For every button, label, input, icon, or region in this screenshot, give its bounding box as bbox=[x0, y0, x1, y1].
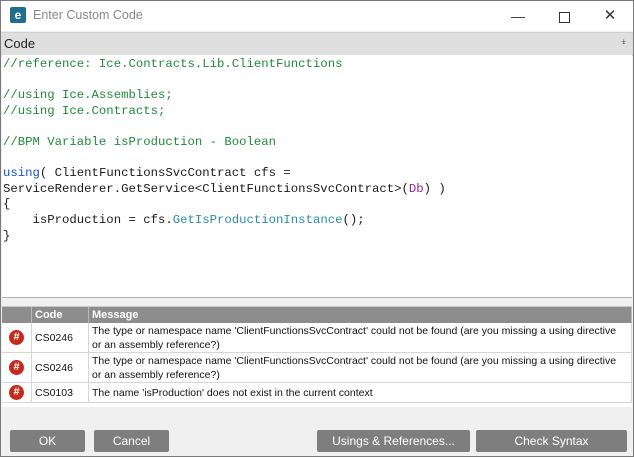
error-table: Code Message # CS0246 The type or namesp… bbox=[2, 307, 632, 403]
column-header-icon[interactable] bbox=[2, 307, 32, 323]
error-message: The name 'isProduction' does not exist i… bbox=[88, 382, 632, 403]
code-panel-header: Code ⍖ bbox=[1, 32, 633, 56]
pin-icon[interactable]: ⍖ bbox=[620, 36, 627, 49]
code-line: } bbox=[3, 228, 11, 243]
error-row[interactable]: # CS0246 The type or namespace name 'Cli… bbox=[2, 352, 632, 383]
code-line: ) ) bbox=[423, 181, 446, 196]
code-comment: //BPM Variable isProduction - Boolean bbox=[3, 134, 277, 149]
code-editor[interactable]: //reference: Ice.Contracts.Lib.ClientFun… bbox=[2, 55, 632, 298]
code-line: isProduction = cfs. bbox=[3, 212, 173, 227]
code-comment: //using Ice.Contracts; bbox=[3, 103, 166, 118]
ok-button[interactable]: OK bbox=[10, 430, 85, 452]
code-text[interactable]: //reference: Ice.Contracts.Lib.ClientFun… bbox=[2, 55, 632, 244]
error-message: The type or namespace name 'ClientFuncti… bbox=[88, 323, 632, 353]
code-line: (); bbox=[342, 212, 365, 227]
error-list: Code Message # CS0246 The type or namesp… bbox=[2, 306, 632, 407]
error-icon: # bbox=[9, 385, 24, 400]
code-line: ( ClientFunctionsSvcContract cfs = bbox=[39, 166, 291, 181]
title-bar: e Enter Custom Code — ✕ bbox=[1, 1, 633, 31]
code-keyword: using bbox=[3, 166, 40, 181]
minimize-icon[interactable]: — bbox=[495, 1, 541, 31]
column-header-message[interactable]: Message bbox=[88, 307, 632, 323]
error-code: CS0103 bbox=[31, 382, 89, 403]
error-code: CS0246 bbox=[31, 323, 89, 353]
app-icon: e bbox=[10, 7, 26, 23]
error-icon: # bbox=[9, 360, 24, 375]
code-panel-title: Code bbox=[4, 36, 36, 51]
close-icon[interactable]: ✕ bbox=[587, 1, 633, 31]
error-icon: # bbox=[9, 330, 24, 345]
error-row[interactable]: # CS0103 The name 'isProduction' does no… bbox=[2, 382, 632, 403]
error-message: The type or namespace name 'ClientFuncti… bbox=[88, 352, 632, 383]
cancel-button[interactable]: Cancel bbox=[94, 430, 169, 452]
error-table-header: Code Message bbox=[2, 307, 632, 323]
code-method: GetIsProductionInstance bbox=[172, 212, 343, 227]
code-comment: //reference: Ice.Contracts.Lib.ClientFun… bbox=[3, 57, 343, 71]
error-row[interactable]: # CS0246 The type or namespace name 'Cli… bbox=[2, 323, 632, 353]
code-type: Db bbox=[408, 181, 424, 196]
code-line: ServiceRenderer.GetService<ClientFunctio… bbox=[3, 181, 409, 196]
custom-code-dialog: e Enter Custom Code — ✕ Code ⍖ //referen… bbox=[0, 0, 634, 457]
maximize-icon[interactable] bbox=[541, 1, 587, 31]
window-title: Enter Custom Code bbox=[33, 8, 143, 22]
error-code: CS0246 bbox=[31, 352, 89, 383]
usings-references-button[interactable]: Usings & References... bbox=[317, 430, 470, 452]
code-comment: //using Ice.Assemblies; bbox=[3, 88, 173, 103]
code-line: { bbox=[3, 197, 11, 212]
check-syntax-button[interactable]: Check Syntax bbox=[476, 430, 627, 452]
column-header-code[interactable]: Code bbox=[31, 307, 89, 323]
